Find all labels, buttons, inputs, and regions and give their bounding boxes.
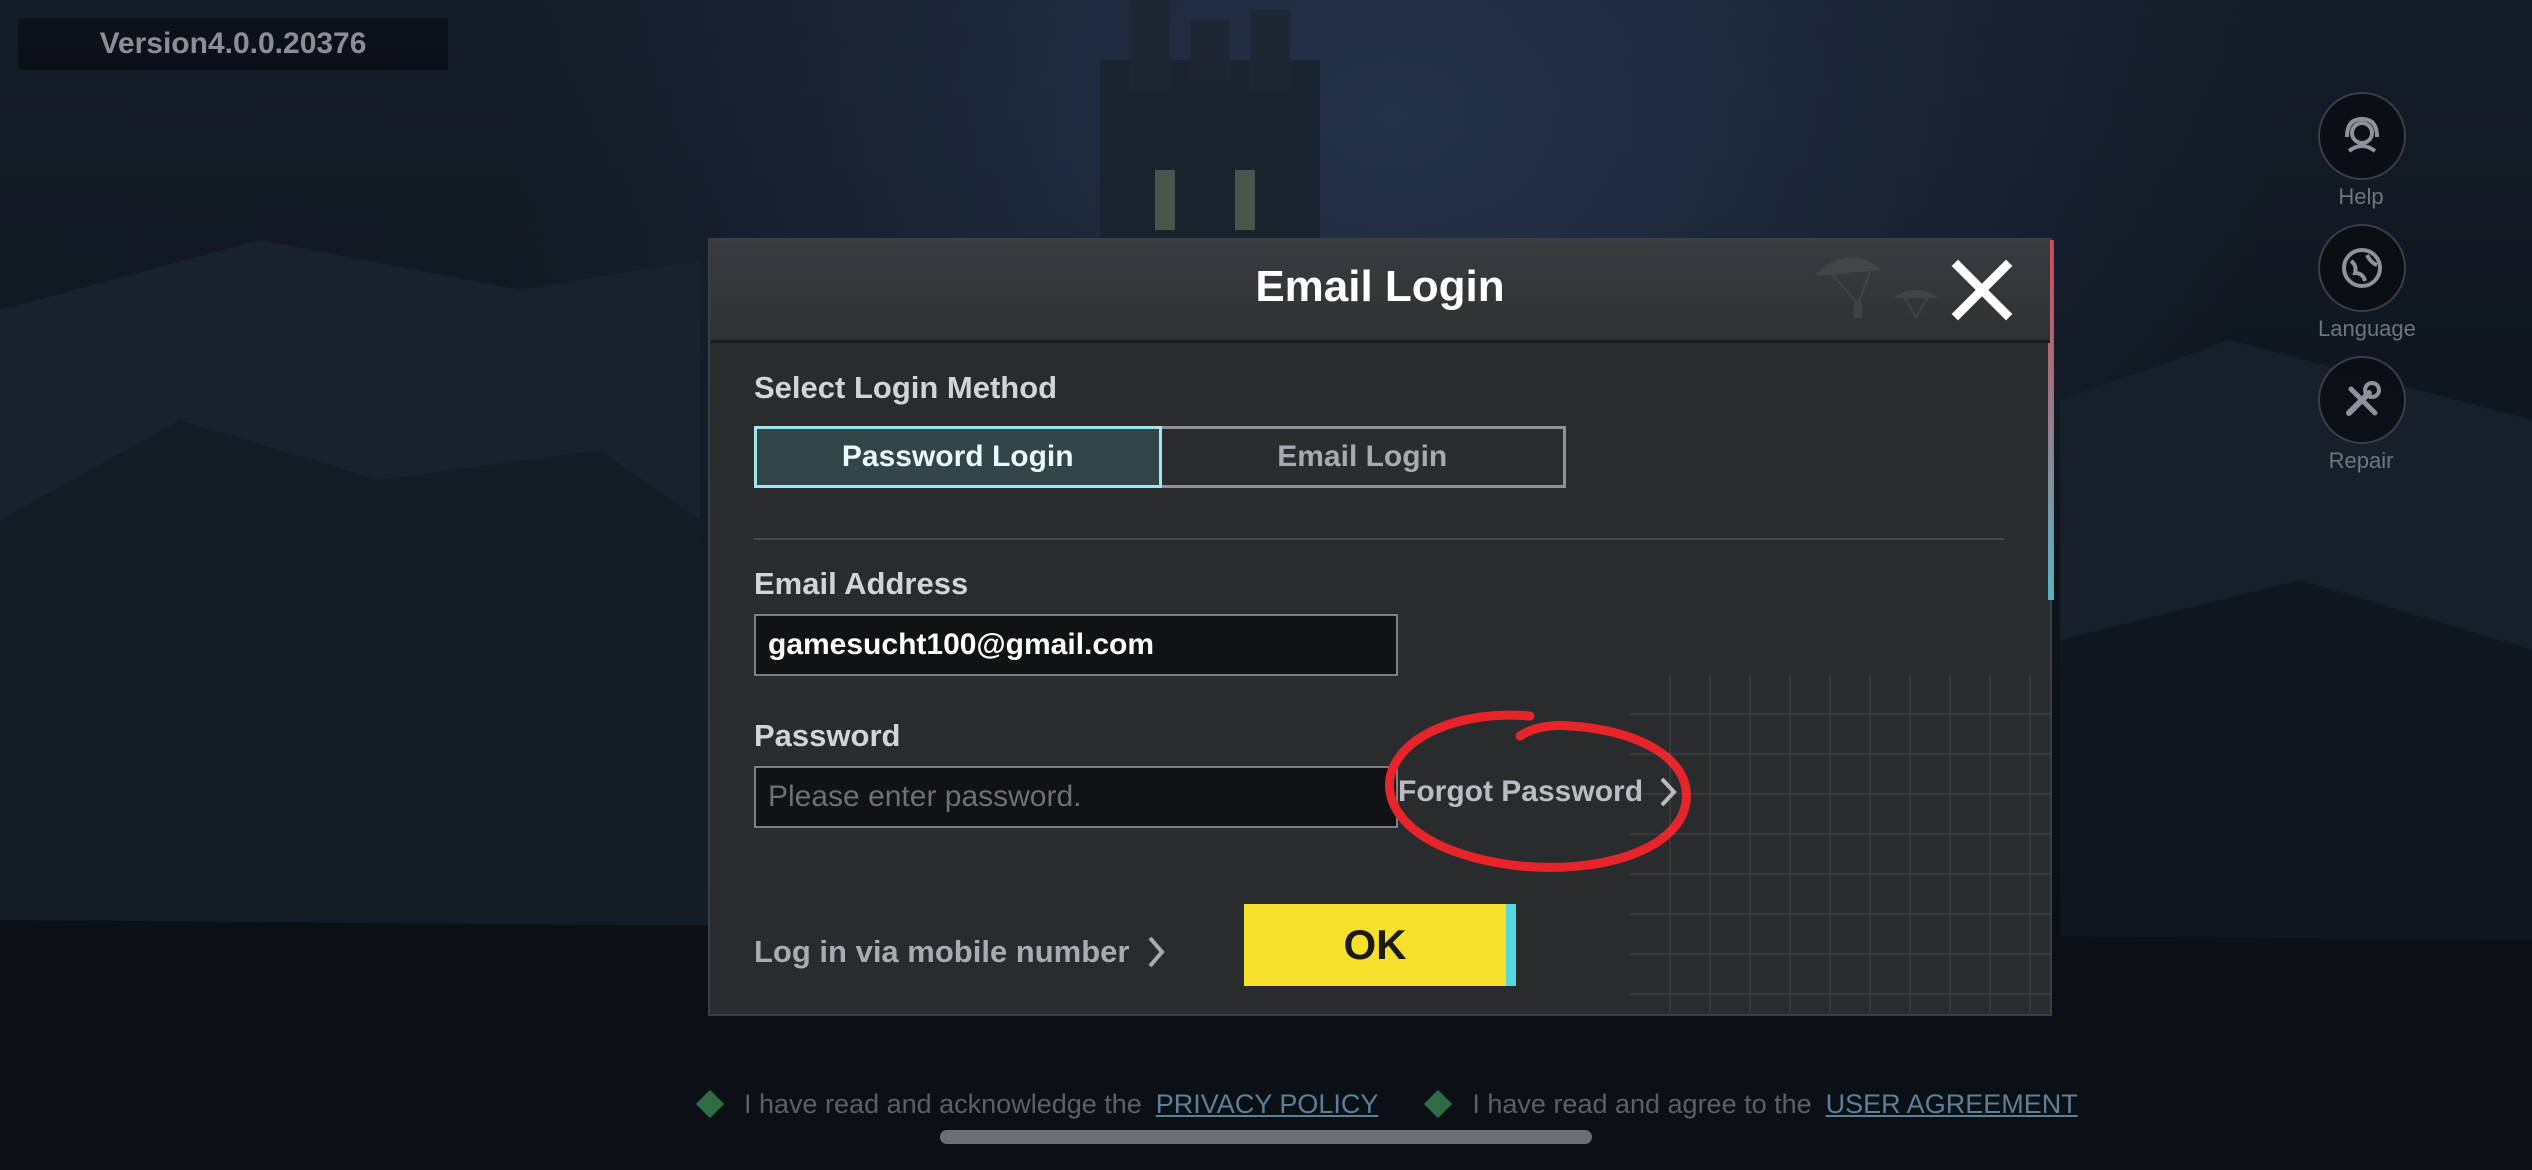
login-method-tabs: Password Login Email Login [754,426,1566,488]
mobile-login-link[interactable]: Log in via mobile number [754,934,1166,970]
grid-decoration [1630,674,2050,1014]
email-field-box [754,614,1398,676]
user-agreement-checkbox[interactable] [1424,1089,1453,1119]
help-label: Help [2338,184,2384,209]
close-icon[interactable] [1950,258,2014,322]
repair-button[interactable]: Repair [2318,356,2406,474]
email-address-label: Email Address [754,566,969,601]
globe-icon [2318,224,2406,312]
tab-password-login[interactable]: Password Login [754,426,1162,488]
version-label: Version4.0.0.20376 [18,18,448,70]
user-agreement-text: I have read and agree to the [1472,1088,1812,1119]
password-field-box [754,766,1398,828]
repair-label: Repair [2328,448,2394,473]
privacy-text: I have read and acknowledge the [744,1088,1142,1119]
privacy-policy-link[interactable]: PRIVACY POLICY [1156,1089,1379,1120]
chevron-right-icon [1660,777,1677,807]
forgot-password-label: Forgot Password [1398,775,1644,808]
home-indicator[interactable] [940,1130,1592,1144]
mobile-login-label: Log in via mobile number [754,934,1130,969]
section-divider [754,538,2004,540]
language-button[interactable]: Language [2318,224,2416,342]
language-label: Language [2318,316,2416,341]
password-field[interactable] [768,780,1396,814]
select-login-method-label: Select Login Method [754,370,1058,405]
email-field[interactable] [768,628,1396,662]
agreements-bar: I have read and acknowledge the PRIVACY … [695,1082,2078,1126]
help-headset-icon [2318,92,2406,180]
wrench-screwdriver-icon [2318,356,2406,444]
dialog-title: Email Login [1255,262,1505,311]
privacy-checkbox[interactable] [695,1089,725,1119]
password-label: Password [754,718,901,753]
forgot-password-link[interactable]: Forgot Password [1398,762,1677,822]
email-login-dialog: Email Login Select Login Method Password… [708,238,2054,1016]
dialog-header: Email Login [710,240,2050,343]
help-button[interactable]: Help [2318,92,2406,210]
tab-email-login[interactable]: Email Login [1161,426,1566,488]
chevron-right-icon [1148,936,1166,968]
ok-button[interactable]: OK [1244,904,1516,986]
user-agreement-link[interactable]: USER AGREEMENT [1826,1089,2078,1120]
